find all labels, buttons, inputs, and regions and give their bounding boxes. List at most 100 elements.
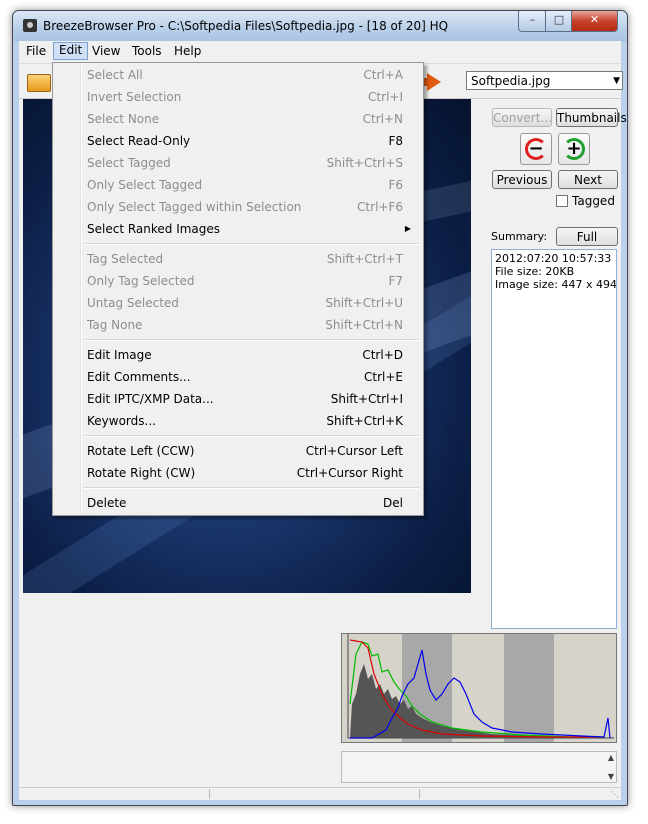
menu-item-shortcut: Ctrl+D: [362, 348, 403, 362]
menu-item-shortcut: Ctrl+I: [368, 90, 403, 104]
status-bar: ⋱: [19, 787, 621, 800]
previous-button[interactable]: Previous: [492, 170, 552, 189]
summary-date: 2012:07:20 10:57:33: [495, 252, 612, 265]
menu-item-shortcut: F8: [388, 134, 403, 148]
menu-item-edit-image[interactable]: Edit Image Ctrl+D: [55, 344, 421, 366]
menu-item-label: Edit IPTC/XMP Data...: [87, 392, 214, 406]
menu-item-only-select-tagged[interactable]: Only Select Tagged F6: [55, 174, 421, 196]
rotate-left-button[interactable]: −: [520, 133, 552, 165]
menu-item-untag-selected[interactable]: Untag Selected Shift+Ctrl+U: [55, 292, 421, 314]
menu-item-shortcut: F6: [388, 178, 403, 192]
menu-item-label: Only Select Tagged within Selection: [87, 200, 302, 214]
menu-item-select-ranked-images[interactable]: Select Ranked Images ▶: [55, 218, 421, 240]
menu-item-label: Keywords...: [87, 414, 156, 428]
menu-item-select-read-only[interactable]: Select Read-Only F8: [55, 130, 421, 152]
histogram-zone: [504, 634, 554, 742]
menu-item-shortcut: Del: [383, 496, 403, 510]
menu-item-label: Delete: [87, 496, 127, 510]
menu-item-keywords[interactable]: Keywords... Shift+Ctrl+K: [55, 410, 421, 432]
file-select-value: Softpedia.jpg: [471, 74, 551, 88]
menu-item-shortcut: Shift+Ctrl+U: [325, 296, 403, 310]
plus-icon: +: [566, 138, 582, 159]
menu-item-shortcut: Ctrl+Cursor Right: [296, 466, 403, 480]
menu-item-shortcut: Ctrl+Cursor Left: [305, 444, 403, 458]
menu-item-only-select-tagged-within-selection[interactable]: Only Select Tagged within Selection Ctrl+…: [55, 196, 421, 218]
menu-item-tag-none[interactable]: Tag None Shift+Ctrl+N: [55, 314, 421, 336]
full-details-button[interactable]: Full Details: [556, 227, 618, 262]
menu-item-tag-selected[interactable]: Tag Selected Shift+Ctrl+T: [55, 248, 421, 270]
resize-grip-icon[interactable]: ⋱: [611, 790, 619, 799]
menu-item-label: Select Read-Only: [87, 134, 191, 148]
scroll-up-icon[interactable]: ▲: [608, 753, 614, 762]
rotate-right-button[interactable]: +: [558, 133, 590, 165]
chevron-down-icon: ▼: [613, 76, 620, 86]
title-bar[interactable]: BreezeBrowser Pro - C:\Softpedia Files\S…: [13, 11, 627, 41]
convert-button[interactable]: Convert...: [492, 108, 552, 127]
next-button[interactable]: Next: [558, 170, 618, 189]
menu-item-shortcut: Shift+Ctrl+T: [326, 252, 403, 266]
histogram-graph: [342, 634, 616, 742]
menu-item-edit-comments[interactable]: Edit Comments... Ctrl+E: [55, 366, 421, 388]
menu-separator: [83, 487, 419, 489]
histogram: [341, 633, 617, 743]
menu-item-shortcut: Shift+Ctrl+S: [326, 156, 403, 170]
menu-item-label: Untag Selected: [87, 296, 179, 310]
menu-item-label: Tag None: [87, 318, 143, 332]
edit-menu-dropdown: Select All Ctrl+A Invert Selection Ctrl+I Se…: [52, 62, 424, 516]
summary-textbox[interactable]: 2012:07:20 10:57:33 File size: 20KB Imag…: [491, 249, 617, 629]
menu-item-label: Select Tagged: [87, 156, 171, 170]
menu-item-label: Rotate Right (CW): [87, 466, 196, 480]
menu-item-label: Select All: [87, 68, 143, 82]
menu-item-only-tag-selected[interactable]: Only Tag Selected F7: [55, 270, 421, 292]
summary-file-size: File size: 20KB: [495, 265, 575, 278]
status-divider: [209, 789, 210, 799]
menu-item-label: Select None: [87, 112, 160, 126]
menu-item-shortcut: Shift+Ctrl+N: [325, 318, 403, 332]
menu-item-shortcut: Ctrl+E: [364, 370, 403, 384]
summary-label: Summary:: [491, 230, 548, 243]
menu-item-label: Tag Selected: [87, 252, 164, 266]
submenu-arrow-icon: ▶: [404, 224, 411, 233]
menu-item-edit-iptc-xmp-data[interactable]: Edit IPTC/XMP Data... Shift+Ctrl+I: [55, 388, 421, 410]
minimize-button[interactable]: –: [518, 11, 547, 32]
scroll-down-icon[interactable]: ▼: [608, 772, 614, 781]
menu-item-shortcut: Ctrl+N: [362, 112, 403, 126]
summary-image-size: Image size: 447 x 494: [495, 278, 617, 291]
menu-edit[interactable]: Edit: [53, 42, 89, 60]
status-divider: [419, 789, 420, 799]
menu-item-rotate-left-ccw[interactable]: Rotate Left (CCW) Ctrl+Cursor Left: [55, 440, 421, 462]
menu-file[interactable]: File: [21, 43, 51, 59]
menu-help[interactable]: Help: [169, 43, 206, 59]
menu-item-shortcut: Ctrl+A: [363, 68, 403, 82]
info-scroll-area[interactable]: ▲ ▼: [341, 751, 617, 783]
menu-item-label: Only Select Tagged: [87, 178, 203, 192]
menu-separator: [83, 435, 419, 437]
menu-item-delete[interactable]: Delete Del: [55, 492, 421, 514]
menu-item-shortcut: Shift+Ctrl+K: [326, 414, 403, 428]
menu-item-label: Select Ranked Images: [87, 222, 221, 236]
close-button[interactable]: ✕: [571, 11, 618, 32]
camera-app-icon: [23, 19, 37, 32]
menu-separator: [83, 339, 419, 341]
menu-item-label: Invert Selection: [87, 90, 182, 104]
menu-item-label: Edit Comments...: [87, 370, 191, 384]
menu-item-label: Rotate Left (CCW): [87, 444, 195, 458]
menu-view[interactable]: View: [87, 43, 125, 59]
menu-item-invert-selection[interactable]: Invert Selection Ctrl+I: [55, 86, 421, 108]
tagged-label: Tagged: [572, 194, 615, 208]
menu-tools[interactable]: Tools: [127, 43, 167, 59]
next-arrow-icon[interactable]: [417, 73, 441, 91]
thumbnails-button[interactable]: Thumbnails: [556, 108, 627, 127]
menu-item-select-none[interactable]: Select None Ctrl+N: [55, 108, 421, 130]
menu-item-select-tagged[interactable]: Select Tagged Shift+Ctrl+S: [55, 152, 421, 174]
menu-item-select-all[interactable]: Select All Ctrl+A: [55, 64, 421, 86]
menu-item-label: Edit Image: [87, 348, 152, 362]
menu-bar: File Edit View Tools Help: [19, 41, 621, 61]
file-select[interactable]: Softpedia.jpg ▼: [466, 71, 623, 90]
maximize-button[interactable]: □: [545, 11, 573, 32]
open-folder-icon[interactable]: [27, 74, 51, 92]
menu-item-shortcut: Ctrl+F6: [357, 200, 403, 214]
tagged-checkbox[interactable]: [556, 195, 568, 207]
menu-item-shortcut: Shift+Ctrl+I: [330, 392, 403, 406]
menu-item-rotate-right-cw[interactable]: Rotate Right (CW) Ctrl+Cursor Right: [55, 462, 421, 484]
